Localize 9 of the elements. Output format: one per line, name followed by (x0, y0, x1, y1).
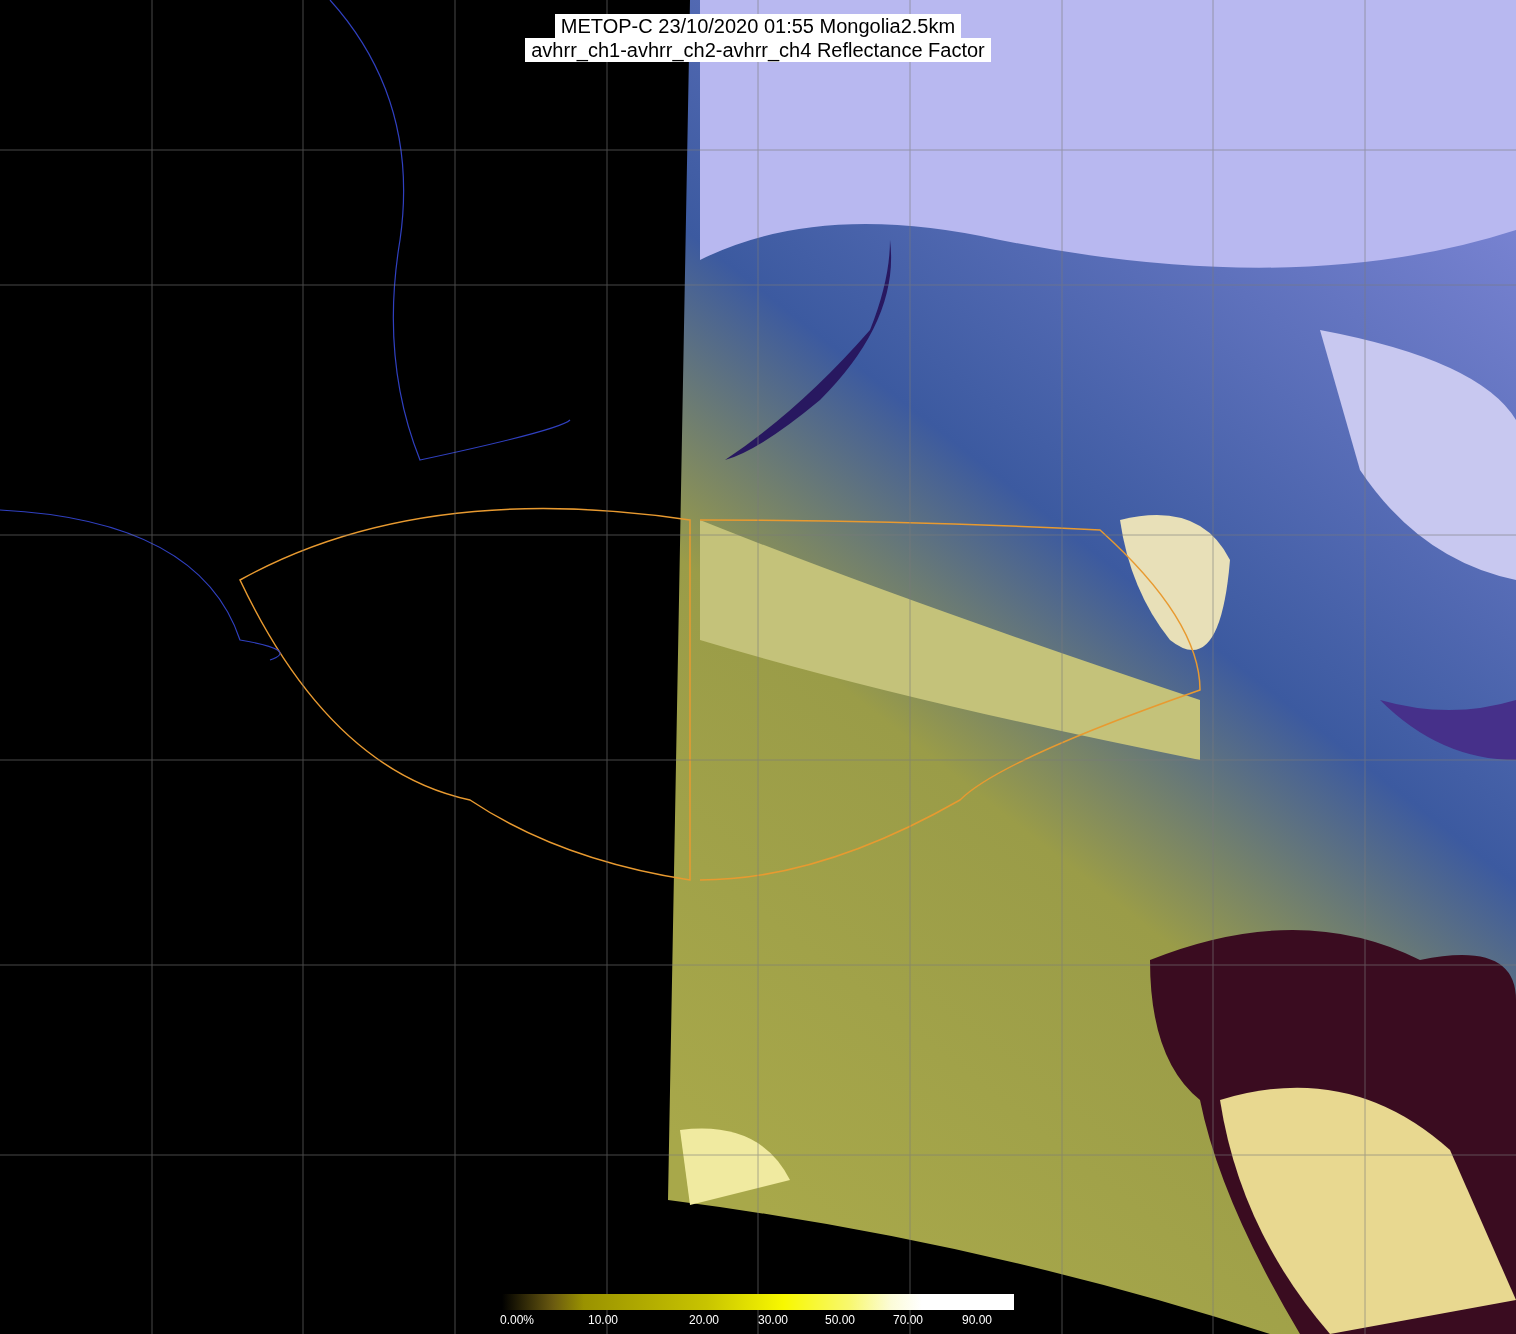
scale-label: 90.00 (962, 1313, 993, 1327)
scale-label: 50.00 (825, 1313, 856, 1327)
scale-label: 10.00 (588, 1313, 619, 1327)
scale-label: 70.00 (893, 1313, 924, 1327)
scale-label: 30.00 (758, 1313, 789, 1327)
map-title: METOP-C 23/10/2020 01:55 Mongolia2.5km (554, 14, 962, 38)
map-title: avhrr_ch1-avhrr_ch2-avhrr_ch4 Reflectance Factor (525, 38, 991, 62)
scale-label: 0.00% (500, 1313, 535, 1327)
scale-label: 20.00 (689, 1313, 720, 1327)
